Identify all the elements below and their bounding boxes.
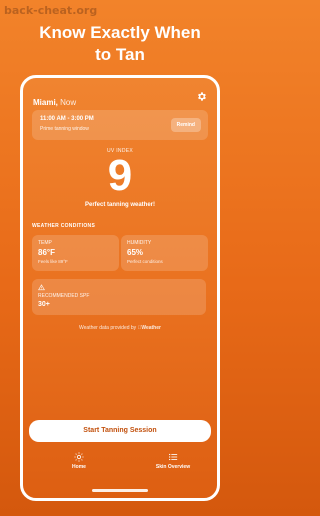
humidity-sub: Perfect conditions <box>127 259 163 264</box>
watermark: back-cheat.org <box>4 4 98 17</box>
tab-home[interactable]: Home <box>39 452 119 470</box>
tanning-window-time: 11:00 AM - 3:00 PM <box>40 116 94 122</box>
tab-skin-overview-label: Skin Overview <box>155 464 191 470</box>
provider-brand: Weather <box>139 325 161 331</box>
spf-label: RECOMMENDED SPF <box>38 293 90 299</box>
tab-bar: Home Skin Overview <box>23 452 217 476</box>
location-row: Miami, Now <box>33 91 207 107</box>
remind-button[interactable]: Remind <box>170 118 201 132</box>
sun-icon <box>74 452 84 462</box>
headline-line1: Know Exactly When <box>39 23 201 42</box>
location-city: Miami, <box>33 98 58 107</box>
tab-home-label: Home <box>72 464 86 470</box>
location-label: Miami, Now <box>33 98 76 107</box>
gear-icon[interactable] <box>196 91 207 102</box>
headline: Know Exactly When to Tan <box>0 22 240 66</box>
temp-feels-like: Feels like 89°F <box>38 259 68 264</box>
temp-label: TEMP <box>38 240 52 246</box>
tanning-window-card: 11:00 AM - 3:00 PM Prime tanning window … <box>32 110 208 140</box>
tab-skin-overview[interactable]: Skin Overview <box>133 452 213 470</box>
humidity-label: HUMIDITY <box>127 240 152 246</box>
start-tanning-session-button[interactable]: Start Tanning Session <box>29 420 211 442</box>
spf-value: 30+ <box>38 301 50 308</box>
phone-frame: Miami, Now 11:00 AM - 3:00 PM Prime tann… <box>20 75 220 501</box>
warning-icon <box>38 284 45 291</box>
provider-prefix: Weather data provided by <box>79 325 137 331</box>
location-when: Now <box>60 98 77 107</box>
headline-line2: to Tan <box>95 45 145 64</box>
humidity-value: 65% <box>127 248 144 257</box>
tanning-window-desc: Prime tanning window <box>40 126 89 132</box>
temp-value: 86°F <box>38 248 55 257</box>
spf-card: RECOMMENDED SPF 30+ <box>32 279 206 315</box>
humidity-card: HUMIDITY 65% Perfect conditions <box>121 235 208 271</box>
uv-index-value: 9 <box>107 151 133 200</box>
uv-message: Perfect tanning weather! <box>84 202 155 208</box>
temp-card: TEMP 86°F Feels like 89°F <box>32 235 119 271</box>
weather-section-title: WEATHER CONDITIONS <box>32 223 96 229</box>
home-indicator <box>92 489 148 492</box>
weather-provider: Weather data provided by Weather <box>23 325 217 331</box>
list-icon <box>169 453 178 461</box>
